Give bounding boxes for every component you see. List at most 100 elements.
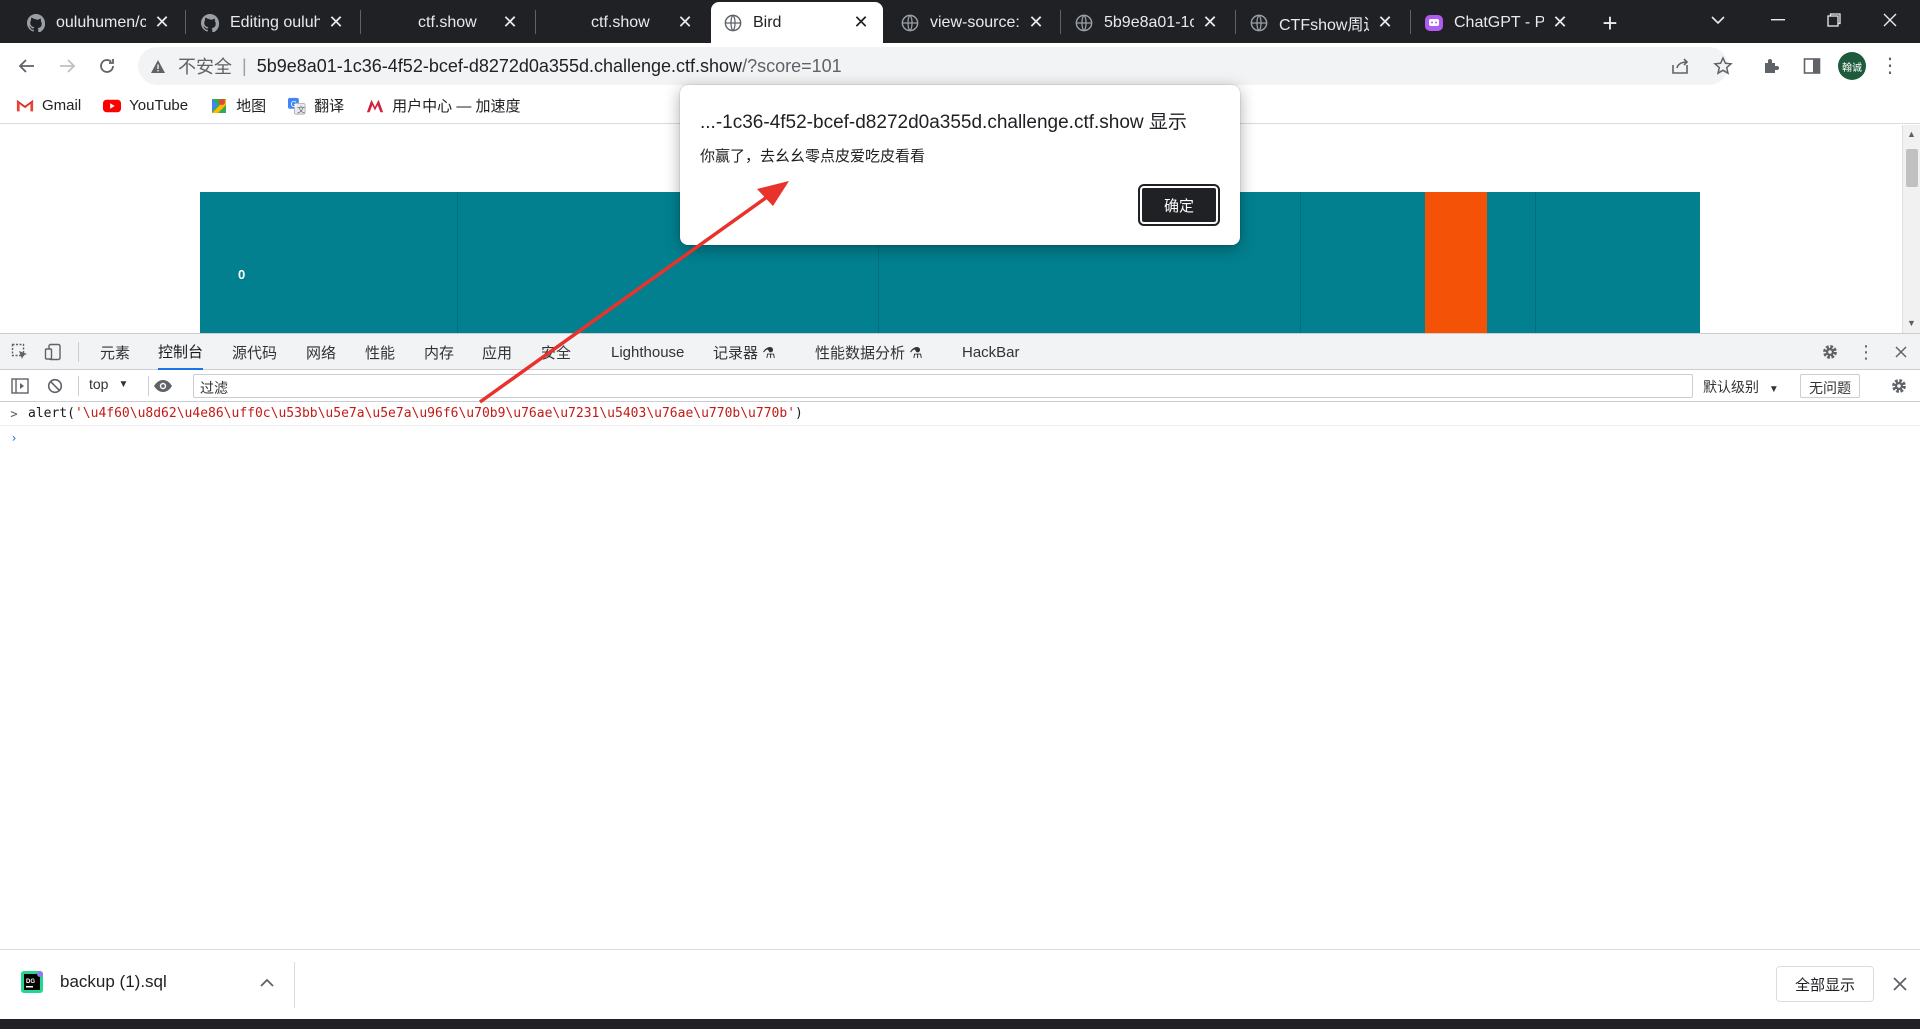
dropdown-arrow-icon: ▼: [1768, 384, 1779, 395]
bookmark-maps[interactable]: 地图: [210, 95, 266, 116]
tab-divider: [535, 10, 536, 34]
window-close-icon[interactable]: [1862, 0, 1918, 40]
forward-icon[interactable]: [51, 50, 83, 82]
code-call: alert(: [28, 406, 75, 421]
bookmark-gmail[interactable]: Gmail: [16, 97, 81, 115]
url-path: /?score=101: [742, 55, 842, 76]
download-item[interactable]: DG backup (1).sql: [20, 970, 167, 994]
tab-recorder[interactable]: 记录器 ⚗: [713, 334, 776, 370]
issues-button[interactable]: 无问题: [1800, 374, 1860, 398]
devtools-menu-icon[interactable]: ⋮: [1855, 341, 1877, 363]
tab-console[interactable]: 控制台: [158, 334, 204, 370]
console-toolbar: top ▼ 过滤 默认级别 ▼ 无问题: [0, 370, 1920, 402]
devtools-close-icon[interactable]: [1890, 341, 1912, 363]
bookmark-label: YouTube: [129, 97, 189, 114]
tab-application[interactable]: 应用: [482, 334, 512, 370]
github-icon: [200, 13, 220, 33]
console-sidebar-icon[interactable]: [9, 375, 31, 397]
tab-chatgpt-poe[interactable]: ChatGPT - Po ✕: [1412, 2, 1582, 43]
context-selector[interactable]: top ▼: [89, 376, 128, 392]
address-bar[interactable]: 不安全 | 5b9e8a01-1c36-4f52-bcef-d8272d0a35…: [138, 47, 1728, 85]
tab-ctfshow-1[interactable]: ctf.show ✕: [362, 2, 532, 43]
tab-ctfshow-zhoubian[interactable]: CTFshow周边 ✕: [1237, 2, 1407, 43]
bookmark-user-center[interactable]: 用户中心 — 加速度: [366, 95, 521, 116]
browser-menu-icon[interactable]: ⋮: [1880, 53, 1900, 78]
bookmark-label: 地图: [236, 98, 267, 115]
tab-title: 5b9e8a01-1c: [1104, 13, 1194, 31]
prompt-chevron-icon: ›: [10, 431, 18, 445]
code-string: '\u4f60\u8d62\u4e86\uff0c\u53bb\u5e7a\u5…: [74, 406, 796, 421]
dialog-ok-button[interactable]: 确定: [1138, 184, 1220, 226]
tab-divider: [185, 10, 186, 34]
extensions-icon[interactable]: [1761, 55, 1783, 77]
minimize-icon[interactable]: [1750, 0, 1806, 40]
settings-gear-icon[interactable]: [1819, 341, 1841, 363]
close-shelf-icon[interactable]: [1888, 972, 1912, 996]
scrollbar-thumb[interactable]: [1906, 149, 1918, 187]
reload-icon[interactable]: [91, 50, 123, 82]
restore-icon[interactable]: [1806, 0, 1862, 40]
tab-strip: ouluhumen/c ✕ Editing ouluh ✕ ctf.show ✕…: [0, 0, 1920, 43]
m-logo-icon: [366, 97, 384, 115]
console-filter-input[interactable]: 过滤: [193, 374, 1693, 398]
bookmark-youtube[interactable]: YouTube: [103, 97, 188, 115]
tab-5b9e8a01[interactable]: 5b9e8a01-1c ✕: [1062, 2, 1232, 43]
security-label[interactable]: 不安全: [178, 53, 232, 79]
profile-avatar[interactable]: 翰诚: [1838, 52, 1866, 80]
close-icon[interactable]: ✕: [1200, 12, 1220, 33]
log-level-selector[interactable]: 默认级别 ▼: [1703, 377, 1779, 397]
close-icon[interactable]: ✕: [500, 12, 520, 33]
tab-hackbar[interactable]: HackBar: [962, 334, 1020, 370]
tab-title: ctf.show: [591, 13, 650, 31]
device-toolbar-icon[interactable]: [42, 341, 64, 363]
tab-divider: [1410, 10, 1411, 34]
download-shelf: DG backup (1).sql 全部显示: [0, 949, 1920, 1019]
tab-ctfshow-2[interactable]: ctf.show ✕: [537, 2, 707, 43]
tab-memory[interactable]: 内存: [424, 334, 454, 370]
tab-search-chevron-icon[interactable]: [1690, 0, 1746, 40]
maps-icon: [210, 97, 228, 115]
chevron-up-icon[interactable]: [255, 970, 279, 994]
close-icon[interactable]: ✕: [675, 12, 695, 33]
scroll-down-icon[interactable]: ▼: [1907, 318, 1916, 328]
close-icon[interactable]: ✕: [1026, 12, 1046, 33]
tab-performance-insights[interactable]: 性能数据分析 ⚗: [815, 334, 923, 370]
tab-ouluhumen[interactable]: ouluhumen/c ✕: [14, 2, 184, 43]
share-icon[interactable]: [1670, 55, 1692, 77]
tab-elements[interactable]: 元素: [100, 334, 130, 370]
live-expression-eye-icon[interactable]: [152, 375, 174, 397]
dialog-origin: ...-1c36-4f52-bcef-d8272d0a355d.challeng…: [700, 112, 1187, 133]
back-icon[interactable]: [11, 50, 43, 82]
bookmark-translate[interactable]: G文 翻译: [288, 95, 344, 116]
close-icon[interactable]: ✕: [152, 12, 172, 33]
close-icon[interactable]: ✕: [851, 12, 871, 33]
tab-title: CTFshow周边: [1279, 16, 1369, 34]
page-scrollbar[interactable]: ▲ ▼: [1902, 125, 1920, 333]
tab-view-source[interactable]: view-source:h ✕: [888, 2, 1058, 43]
close-icon[interactable]: ✕: [326, 12, 346, 33]
github-icon: [26, 13, 46, 33]
clear-console-icon[interactable]: [44, 375, 66, 397]
tab-editing[interactable]: Editing ouluh ✕: [188, 2, 358, 43]
new-tab-button[interactable]: +: [1595, 8, 1625, 38]
tab-title: ouluhumen/c: [56, 13, 146, 31]
svg-text:文: 文: [297, 104, 305, 114]
bookmark-star-icon[interactable]: [1712, 55, 1734, 77]
tab-bird[interactable]: Bird ✕: [711, 2, 883, 43]
warning-icon[interactable]: [150, 59, 170, 74]
os-taskbar: [0, 1019, 1920, 1029]
side-panel-icon[interactable]: [1801, 55, 1823, 77]
console-prompt[interactable]: ›: [0, 426, 1920, 450]
tab-security[interactable]: 安全: [541, 334, 571, 370]
show-all-downloads-button[interactable]: 全部显示: [1776, 966, 1875, 1002]
console-settings-gear-icon[interactable]: [1888, 375, 1910, 397]
close-icon[interactable]: ✕: [1550, 12, 1570, 33]
inspect-element-icon[interactable]: [9, 341, 31, 363]
console-entry[interactable]: > alert('\u4f60\u8d62\u4e86\uff0c\u53bb\…: [0, 402, 1920, 426]
scroll-up-icon[interactable]: ▲: [1907, 129, 1916, 139]
tab-sources[interactable]: 源代码: [232, 334, 277, 370]
tab-network[interactable]: 网络: [306, 334, 336, 370]
tab-lighthouse[interactable]: Lighthouse: [611, 334, 684, 370]
close-icon[interactable]: ✕: [1375, 12, 1395, 33]
tab-performance[interactable]: 性能: [365, 334, 395, 370]
